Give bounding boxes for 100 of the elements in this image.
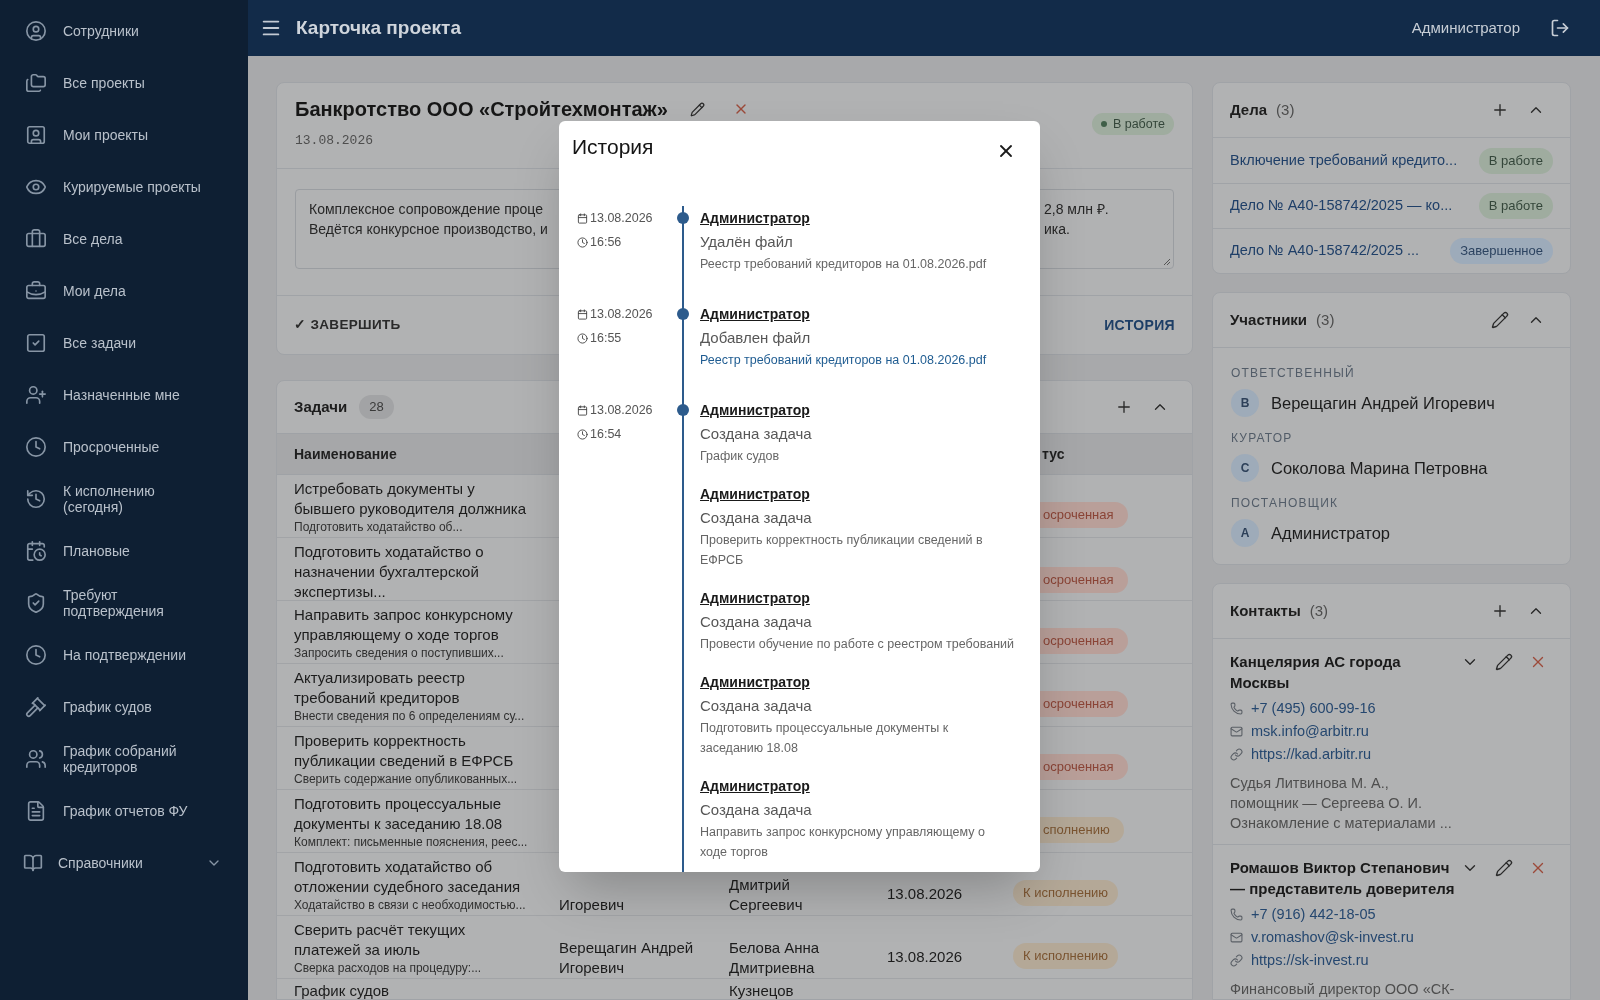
- card-title: Дела: [1230, 99, 1268, 120]
- contact-link[interactable]: msk.info@arbitr.ru: [1251, 720, 1369, 743]
- history-detail: Направить запрос конкурсному управляющему о ходе торгов: [700, 824, 985, 861]
- column-header: тус: [1041, 444, 1066, 464]
- task-name[interactable]: Направить запрос конкурсному управляющему о ходе торгов: [294, 605, 551, 645]
- column-header: Наименование: [293, 444, 398, 464]
- add-button[interactable]: [1491, 101, 1509, 119]
- edit-button[interactable]: [1495, 859, 1513, 877]
- task-name[interactable]: Истребовать документы у бывшего руководителя должника: [294, 479, 551, 519]
- sidebar-item[interactable]: На подтверждении: [0, 629, 248, 681]
- history-time: 16:54: [590, 425, 622, 443]
- history-action: Создана задача: [700, 612, 813, 632]
- user-square-icon: [25, 124, 47, 146]
- sidebar-item[interactable]: График отчетов ФУ: [0, 785, 248, 837]
- user-link[interactable]: Администратор: [700, 670, 1040, 694]
- contact-note: Финансовый директор ООО «СК-: [1230, 980, 1456, 999]
- logout-button[interactable]: [1550, 18, 1570, 38]
- clock-icon: [25, 436, 47, 458]
- sidebar-item[interactable]: Все задачи: [0, 317, 248, 369]
- sidebar-item[interactable]: Все проекты: [0, 57, 248, 109]
- history-time: 16:56: [590, 233, 622, 251]
- add-button[interactable]: [1491, 602, 1509, 620]
- contact-link[interactable]: https://kad.arbitr.ru: [1251, 743, 1372, 766]
- folders-icon: [25, 72, 47, 94]
- task-note: Внести сведения по 6 определениям су...: [294, 708, 526, 724]
- contact-link[interactable]: +7 (495) 600-99-16: [1251, 697, 1376, 720]
- mail-icon: [1230, 931, 1243, 944]
- status-badge: В работе: [1478, 193, 1553, 219]
- clock-icon: [577, 332, 588, 344]
- history-date: 13.08.2026: [590, 209, 653, 227]
- task-name[interactable]: Подготовить ходатайство об отложении судебного заседания: [294, 857, 551, 897]
- user-link[interactable]: Администратор: [700, 302, 1040, 326]
- dialog-title: История: [572, 134, 654, 160]
- book-icon: [23, 853, 43, 873]
- task-name[interactable]: Сверить расчёт текущих платежей за июль: [294, 920, 551, 960]
- sidebar-item[interactable]: График судов: [0, 681, 248, 733]
- sidebar-item[interactable]: Курируемые проекты: [0, 161, 248, 213]
- sidebar-item[interactable]: График собраний кредиторов: [0, 733, 248, 785]
- phone-icon: [1230, 908, 1243, 921]
- user-name: Администратор: [1411, 17, 1520, 38]
- avatar: В: [1231, 389, 1259, 417]
- user-link[interactable]: Администратор: [700, 206, 1040, 230]
- sidebar-item[interactable]: К исполнению (сегодня): [0, 473, 248, 525]
- table-cell-text: Белова Анна Дмитриевна: [729, 938, 821, 978]
- history-detail: График судов: [700, 448, 780, 465]
- plus-icon: [1115, 398, 1133, 416]
- history-action: Создана задача: [700, 800, 813, 820]
- page-title: Карточка проекта: [296, 15, 461, 40]
- sidebar-item[interactable]: Все дела: [0, 213, 248, 265]
- avatar: С: [1231, 454, 1259, 482]
- status-badge: В работе: [1478, 147, 1553, 174]
- sidebar-item[interactable]: Назначенные мне: [0, 369, 248, 421]
- resize-handle-icon[interactable]: [1163, 258, 1171, 266]
- briefcase-icon: [25, 280, 47, 302]
- sidebar-item[interactable]: Мои проекты: [0, 109, 248, 161]
- task-name[interactable]: Подготовить процессуальные документы к заседанию 18.08: [294, 794, 551, 834]
- edit-button[interactable]: [1491, 311, 1509, 329]
- add-button[interactable]: [1115, 398, 1133, 416]
- role-label: ОТВЕТСТВЕННЫЙ: [1231, 365, 1356, 381]
- sidebar-item[interactable]: Сотрудники: [0, 5, 248, 57]
- contact-link[interactable]: +7 (916) 442-18-05: [1251, 903, 1376, 926]
- sidebar-item[interactable]: Просроченные: [0, 421, 248, 473]
- card-title: Задачи: [294, 396, 348, 417]
- contact-link[interactable]: v.romashov@sk-invest.ru: [1251, 926, 1414, 949]
- pencil-icon: [1491, 311, 1509, 329]
- user-plus-icon: [25, 384, 47, 406]
- task-name[interactable]: График судов: [294, 981, 551, 999]
- count-badge: 28: [359, 395, 394, 419]
- role-label: КУРАТОР: [1231, 430, 1294, 446]
- sidebar-group[interactable]: Справочники: [0, 837, 248, 889]
- case-link[interactable]: Включение требований кредито...: [1230, 149, 1458, 172]
- sidebar-item[interactable]: Плановые: [0, 525, 248, 577]
- task-note: Запросить сведения о поступивших...: [294, 645, 505, 661]
- contact-link[interactable]: https://sk-invest.ru: [1251, 949, 1369, 972]
- sidebar-item[interactable]: Мои дела: [0, 265, 248, 317]
- link-icon: [1230, 748, 1243, 761]
- status-badge: В работе: [1091, 113, 1174, 135]
- task-note: Комплект: письменные пояснения, реес...: [294, 834, 529, 850]
- phone-icon: [1230, 702, 1243, 715]
- history-detail: Реестр требований кредиторов на 01.08.2026.pdf: [700, 256, 987, 273]
- history-button[interactable]: ИСТОРИЯ: [1104, 314, 1175, 336]
- task-note: Подготовить ходатайство об...: [294, 519, 464, 535]
- edit-button[interactable]: [689, 101, 705, 117]
- calendar-clock-icon: [25, 540, 47, 562]
- table-cell-text: 13.08.2026: [887, 947, 964, 967]
- complete-button[interactable]: ✓ ЗАВЕРШИТЬ: [294, 314, 401, 336]
- role-label: ПОСТАНОВЩИК: [1231, 495, 1340, 511]
- edit-button[interactable]: [1495, 653, 1513, 671]
- task-name[interactable]: Проверить корректность публикации сведений в ЕФРСБ: [294, 731, 551, 771]
- clock-icon: [577, 428, 588, 440]
- history-action: Удалён файл: [700, 232, 794, 252]
- user-circle-icon: [25, 20, 47, 42]
- case-link[interactable]: Дело № А40-158742/2025 ...: [1230, 240, 1420, 262]
- history-detail: Подготовить процессуальные документы к заседанию 18.08: [700, 720, 949, 757]
- task-name[interactable]: Актуализировать реестр требований кредиторов: [294, 668, 551, 708]
- case-link[interactable]: Дело № А40-158742/2025 — ко...: [1230, 195, 1453, 217]
- sidebar-item[interactable]: Требуют подтверждения: [0, 577, 248, 629]
- user-link[interactable]: Администратор: [700, 398, 1040, 422]
- file-link[interactable]: Реестр требований кредиторов на 01.08.2026.pdf: [700, 350, 987, 370]
- task-name[interactable]: Подготовить ходатайство о назначении бухгалтерской экспертизы...: [294, 542, 551, 602]
